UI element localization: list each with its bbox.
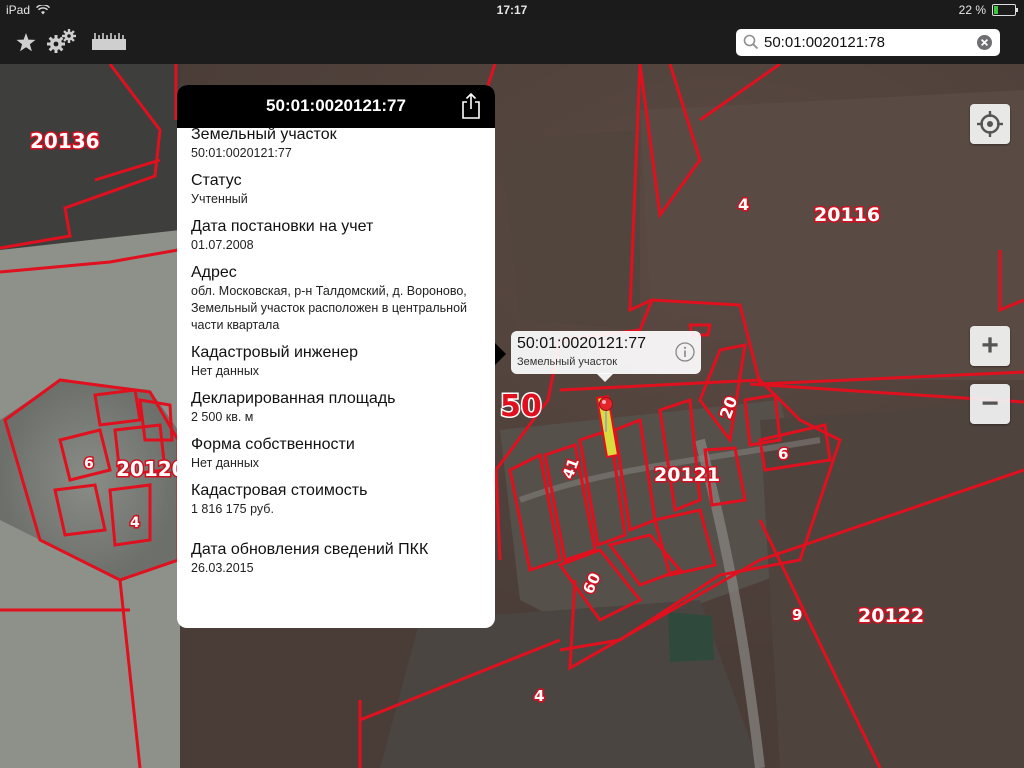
- info-field: Статус Учтенный: [191, 171, 485, 208]
- field-label: Адрес: [191, 264, 237, 281]
- field-value: Учтенный: [191, 192, 248, 206]
- map-label: 4: [534, 687, 544, 705]
- map-label: 20136: [30, 129, 100, 153]
- map-label: 50: [500, 389, 542, 424]
- field-label: Земельный участок: [191, 126, 337, 143]
- field-value: Нет данных: [191, 364, 260, 378]
- map-label: 20122: [858, 605, 924, 627]
- map-label: 6: [84, 456, 94, 472]
- map-label: 20120: [116, 457, 186, 481]
- parcel-info-popover: 50:01:0020121:77 Земельный участок 50:01:…: [177, 85, 495, 628]
- parcel-callout[interactable]: 50:01:0020121:77 Земельный участок: [511, 331, 701, 382]
- gears-icon[interactable]: [46, 28, 78, 59]
- map-label: 20116: [814, 204, 880, 226]
- search-icon: [743, 34, 759, 50]
- field-label: Форма собственности: [191, 436, 355, 453]
- field-label: Статус: [191, 172, 242, 189]
- star-icon[interactable]: [16, 33, 36, 57]
- map-label: 4: [130, 515, 140, 531]
- field-label: Дата обновления сведений ПКК: [191, 541, 429, 558]
- map-label: 4: [738, 195, 749, 214]
- map-label: 20121: [654, 464, 720, 486]
- info-field: Дата обновления сведений ПКК 26.03.2015: [191, 540, 485, 577]
- field-label: Декларированная площадь: [191, 390, 396, 407]
- search-input[interactable]: [764, 32, 974, 53]
- zoom-out-button[interactable]: −: [970, 384, 1010, 424]
- popover-fields: Земельный участок 50:01:0020121:77 Статус У…: [191, 125, 485, 586]
- popover-title: 50:01:0020121:77: [266, 96, 406, 115]
- satellite-map[interactable]: 2013620116450201206441 20121206609 201224: [0, 64, 1024, 768]
- field-label: Кадастровая стоимость: [191, 482, 368, 499]
- info-icon[interactable]: [675, 342, 695, 362]
- clear-icon[interactable]: [977, 35, 992, 50]
- map-label: 6: [778, 445, 788, 463]
- field-value: 1 816 175 руб.: [191, 502, 274, 516]
- field-value: обл. Московская, р-н Талдомский, д. Воро…: [191, 284, 468, 332]
- field-value: 01.07.2008: [191, 238, 254, 252]
- map-label: 9: [792, 606, 802, 624]
- field-label: Дата постановки на учет: [191, 218, 374, 235]
- status-time: 17:17: [496, 3, 528, 17]
- status-bar: iPad 17:17 22 %: [0, 0, 1024, 20]
- popover-header: 50:01:0020121:77: [177, 85, 495, 128]
- field-value: 26.03.2015: [191, 561, 254, 575]
- info-field: Форма собственности Нет данных: [191, 435, 485, 472]
- info-field: Адрес обл. Московская, р-н Талдомский, д.…: [191, 263, 485, 334]
- info-field: Земельный участок 50:01:0020121:77: [191, 125, 485, 162]
- info-field: Дата постановки на учет 01.07.2008: [191, 217, 485, 254]
- zoom-in-button[interactable]: +: [970, 326, 1010, 366]
- field-value: 50:01:0020121:77: [191, 146, 292, 160]
- battery-percent: 22 %: [958, 3, 986, 17]
- ruler-icon[interactable]: [92, 33, 126, 56]
- share-icon[interactable]: [461, 93, 481, 119]
- callout-subtitle: Земельный участок: [517, 356, 618, 368]
- info-field: Кадастровый инженер Нет данных: [191, 343, 485, 380]
- info-field: Декларированная площадь 2 500 кв. м: [191, 389, 485, 426]
- battery-icon: [992, 4, 1018, 16]
- locate-icon: [977, 111, 1003, 137]
- callout-title: 50:01:0020121:77: [517, 335, 647, 352]
- search-bar[interactable]: [736, 29, 1000, 56]
- popover-arrow: [495, 343, 506, 365]
- info-field: Кадастровая стоимость 1 816 175 руб.: [191, 481, 485, 518]
- locate-button[interactable]: [970, 104, 1010, 144]
- field-value: 2 500 кв. м: [191, 410, 254, 424]
- field-value: Нет данных: [191, 456, 260, 470]
- field-label: Кадастровый инженер: [191, 344, 358, 361]
- cadastral-map[interactable]: 20136 20116 4 50 20120 6 4 41 20121 20 6 60 9 20122 4 …: [0, 64, 1024, 768]
